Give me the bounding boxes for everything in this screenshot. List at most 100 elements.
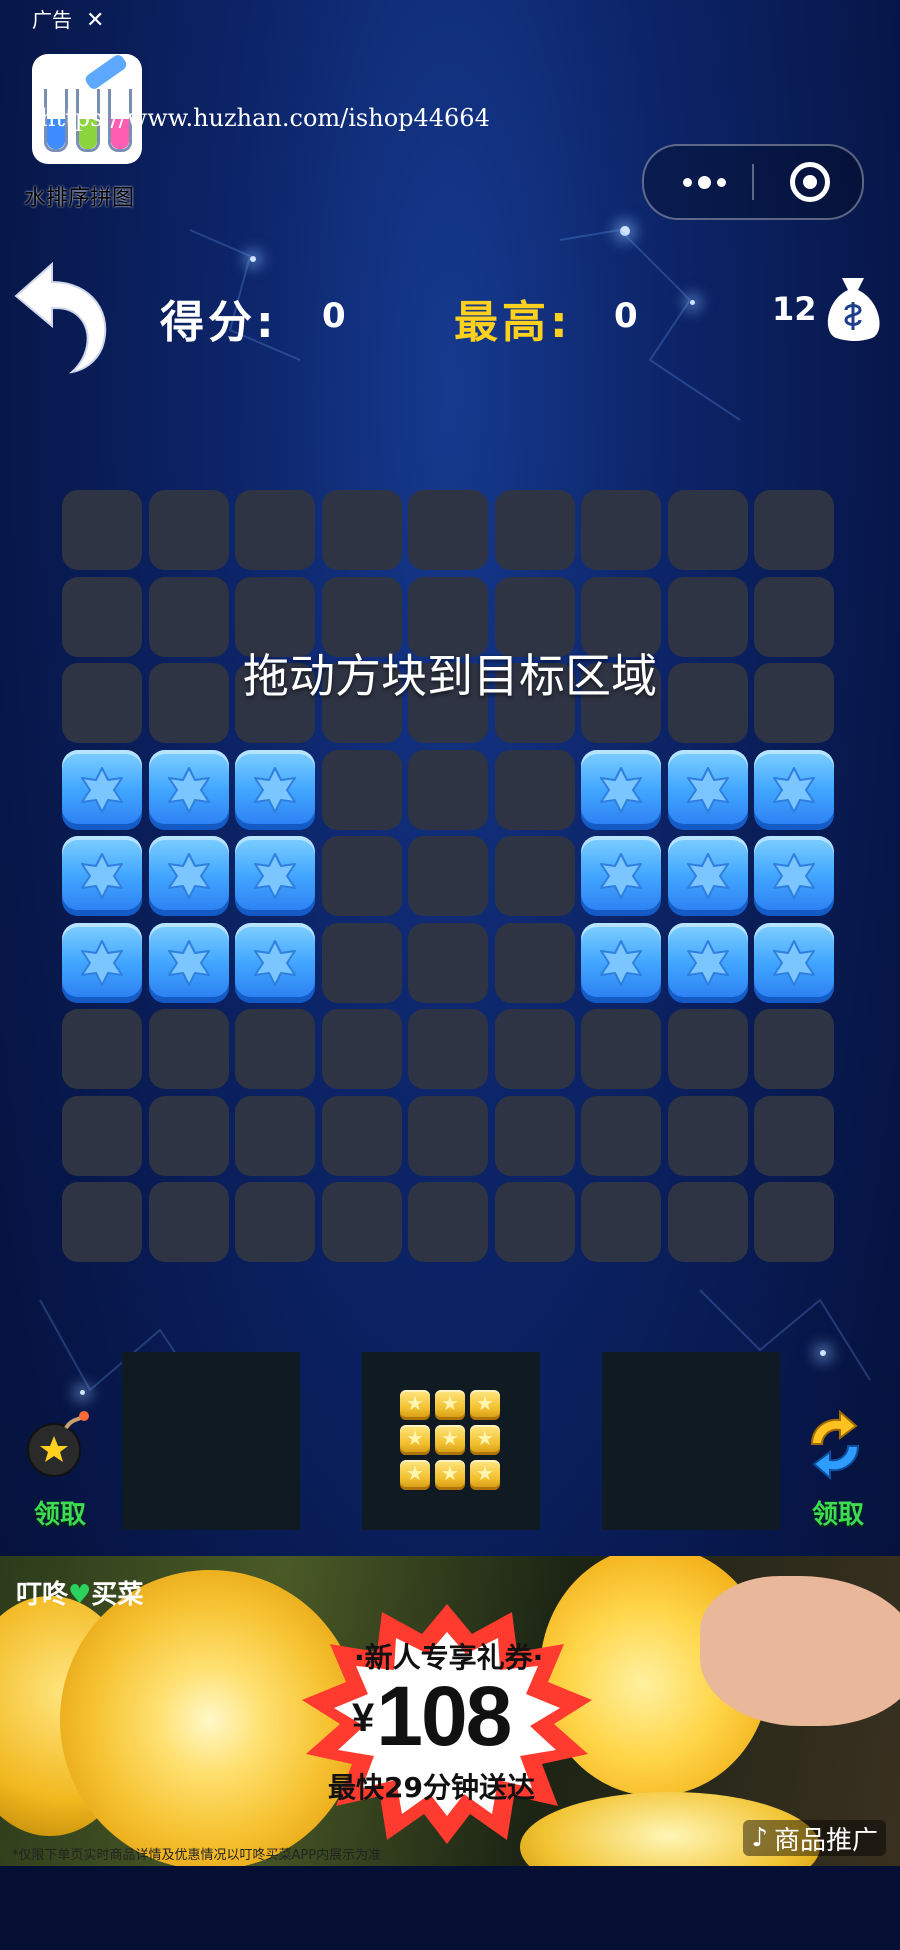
ad-tag-label: 广告 [32, 8, 72, 32]
piece-block [470, 1425, 500, 1455]
board-cell-empty[interactable] [581, 1095, 661, 1176]
board-cell-empty[interactable] [62, 1095, 142, 1176]
board-cell-empty[interactable] [754, 1009, 834, 1089]
board-cell-empty[interactable] [148, 1009, 229, 1089]
score-value: 0 [322, 296, 346, 336]
left-claim-label[interactable]: 领取 [34, 1494, 86, 1531]
board-cell-filled[interactable] [148, 836, 229, 916]
board-cell-filled[interactable] [667, 836, 748, 916]
board-cell-empty[interactable] [148, 490, 229, 570]
piece-block [435, 1460, 465, 1490]
board-cell-filled[interactable] [581, 749, 661, 830]
bomb-icon[interactable] [22, 1410, 92, 1480]
ad-tag: 广告 ✕ [32, 4, 104, 33]
music-note-icon: ♪ [751, 1823, 768, 1853]
game-board [62, 490, 840, 1270]
piece-slot-center[interactable] [362, 1352, 540, 1530]
board-cell-empty[interactable] [62, 1182, 142, 1262]
bottom-blank [0, 1866, 900, 1950]
board-cell-empty[interactable] [667, 1182, 748, 1262]
ad-disclaimer: *仅限下单页实时商品详情及优惠情况以叮咚买菜APP内展示为准 [12, 1848, 382, 1863]
board-cell-empty[interactable] [321, 1095, 402, 1176]
board-cell-empty[interactable] [321, 1182, 402, 1262]
product-promo-tag[interactable]: ♪ 商品推广 [743, 1820, 886, 1856]
board-cell-filled[interactable] [62, 836, 142, 916]
board-cell-empty[interactable] [581, 1009, 661, 1089]
board-cell-empty[interactable] [494, 490, 575, 570]
board-cell-empty[interactable] [148, 1095, 229, 1176]
board-cell-empty[interactable] [408, 749, 488, 830]
board-cell-filled[interactable] [148, 749, 229, 830]
board-cell-filled[interactable] [754, 836, 834, 916]
capsule-divider [752, 164, 754, 200]
board-cell-filled[interactable] [62, 922, 142, 1003]
board-cell-filled[interactable] [754, 922, 834, 1003]
board-cell-empty[interactable] [321, 922, 402, 1003]
board-cell-empty[interactable] [408, 490, 488, 570]
board-cell-empty[interactable] [408, 1009, 488, 1089]
board-cell-filled[interactable] [148, 922, 229, 1003]
board-cell-empty[interactable] [754, 1182, 834, 1262]
hand-image [700, 1576, 900, 1726]
board-cell-empty[interactable] [148, 1182, 229, 1262]
board-cell-empty[interactable] [408, 836, 488, 916]
board-cell-empty[interactable] [321, 836, 402, 916]
piece-slot-right[interactable] [602, 1352, 780, 1530]
board-cell-filled[interactable] [754, 749, 834, 830]
board-cell-filled[interactable] [581, 836, 661, 916]
pour-stream [83, 54, 129, 92]
board-cell-empty[interactable] [494, 1095, 575, 1176]
piece-block [435, 1425, 465, 1455]
board-cell-empty[interactable] [581, 490, 661, 570]
refresh-icon[interactable] [800, 1410, 870, 1480]
mini-program-capsule [642, 144, 864, 220]
back-arrow-icon[interactable] [6, 256, 116, 374]
board-cell-empty[interactable] [494, 1182, 575, 1262]
board-cell-empty[interactable] [235, 1009, 315, 1089]
target-close-icon[interactable] [790, 162, 830, 202]
board-hint: 拖动方块到目标区域 [243, 649, 657, 703]
board-cell-filled[interactable] [235, 749, 315, 830]
board-cell-empty[interactable] [321, 490, 402, 570]
more-dots-icon[interactable] [674, 168, 734, 196]
ad-close-icon[interactable]: ✕ [86, 8, 104, 33]
board-cell-empty[interactable] [321, 1009, 402, 1089]
board-cell-filled[interactable] [667, 749, 748, 830]
board-cell-empty[interactable] [667, 490, 748, 570]
board-cell-empty[interactable] [494, 922, 575, 1003]
board-cell-filled[interactable] [235, 922, 315, 1003]
right-claim-label[interactable]: 领取 [812, 1494, 864, 1531]
board-cell-empty[interactable] [321, 749, 402, 830]
piece-block [400, 1425, 430, 1455]
board-cell-empty[interactable] [62, 1009, 142, 1089]
board-cell-empty[interactable] [408, 922, 488, 1003]
board-cell-empty[interactable] [408, 1182, 488, 1262]
board-cell-filled[interactable] [667, 922, 748, 1003]
board-cell-empty[interactable] [754, 490, 834, 570]
board-cell-empty[interactable] [667, 1095, 748, 1176]
board-cell-empty[interactable] [581, 1182, 661, 1262]
piece-block [435, 1390, 465, 1420]
ad-banner[interactable]: 叮咚♥买菜 ·新人专享礼券· ¥108 最快29分钟送达 *仅限下单页实时商品详… [0, 1556, 900, 1866]
ad-brand-heart: ♥ [68, 1580, 92, 1610]
board-cell-filled[interactable] [62, 749, 142, 830]
piece-block [400, 1390, 430, 1420]
board-cell-filled[interactable] [581, 922, 661, 1003]
ad-price: ¥108 [352, 1668, 512, 1765]
board-cell-empty[interactable] [408, 1095, 488, 1176]
board-cell-empty[interactable] [235, 1095, 315, 1176]
board-cell-empty[interactable] [494, 836, 575, 916]
board-cell-empty[interactable] [754, 1095, 834, 1176]
board-cell-empty[interactable] [235, 1182, 315, 1262]
board-cell-empty[interactable] [667, 1009, 748, 1089]
board-cell-empty[interactable] [494, 1009, 575, 1089]
money-bag-icon[interactable] [820, 272, 886, 342]
board-cell-empty[interactable] [235, 490, 315, 570]
board-cell-empty[interactable] [494, 749, 575, 830]
ad-delivery: 最快29分钟送达 [328, 1771, 535, 1804]
score-label: 得分: [160, 297, 278, 348]
ad-brand-part2: 买菜 [91, 1580, 144, 1610]
board-cell-empty[interactable] [62, 490, 142, 570]
piece-slot-left[interactable] [122, 1352, 300, 1530]
board-cell-filled[interactable] [235, 836, 315, 916]
